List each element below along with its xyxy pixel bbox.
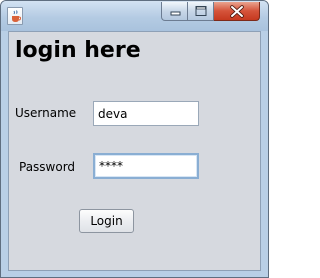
title-bar[interactable]: [1, 1, 268, 31]
maximize-button[interactable]: [188, 2, 214, 21]
password-label: Password: [19, 160, 76, 174]
page-title: login here: [15, 38, 141, 63]
login-button[interactable]: Login: [79, 209, 134, 233]
close-button[interactable]: [214, 2, 260, 21]
username-field[interactable]: [93, 101, 199, 126]
maximize-icon: [195, 6, 207, 16]
content-panel: login here Username Password Login: [8, 31, 261, 271]
minimize-icon: [170, 11, 181, 16]
java-cup-icon[interactable]: [7, 7, 23, 25]
minimize-button[interactable]: [161, 2, 188, 21]
password-field[interactable]: [93, 153, 199, 179]
close-icon: [230, 5, 244, 18]
login-window: login here Username Password Login: [0, 0, 269, 278]
username-label: Username: [15, 106, 77, 120]
